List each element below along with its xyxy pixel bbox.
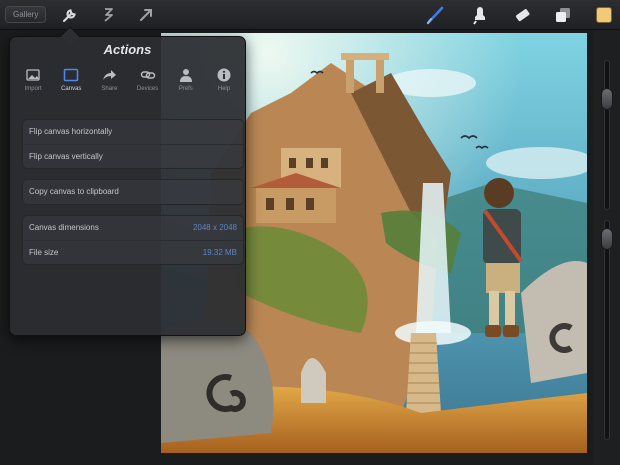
copy-canvas-button[interactable]: Copy canvas to clipboard — [23, 180, 243, 204]
brush-opacity-slider[interactable] — [604, 220, 610, 440]
tab-help[interactable]: Help — [205, 67, 243, 99]
wrench-icon[interactable] — [60, 5, 80, 25]
brush-size-slider[interactable] — [604, 60, 610, 210]
actions-tabs: Import Canvas Share Devices Prefs Help — [14, 67, 243, 99]
brush-sliders-panel — [594, 30, 620, 465]
person-icon — [179, 69, 192, 82]
popover-title: Actions — [103, 42, 152, 57]
smudge-icon[interactable] — [470, 5, 490, 25]
info-icon — [217, 68, 231, 82]
color-swatch-icon[interactable] — [596, 7, 612, 23]
file-size-label: File size — [29, 248, 59, 257]
file-size-value: 19.32 MB — [202, 248, 237, 257]
image-icon — [26, 69, 40, 81]
tab-devices[interactable]: Devices — [129, 67, 167, 99]
canvas-dimensions-label: Canvas dimensions — [29, 223, 99, 232]
tab-share[interactable]: Share — [90, 67, 128, 99]
flip-horizontal-button[interactable]: Flip canvas horizontally — [23, 120, 243, 144]
copy-group: Copy canvas to clipboard — [22, 179, 244, 205]
adjust-icon[interactable] — [98, 5, 118, 25]
actions-popover: Actions Import Canvas Share Devices Pref… — [9, 26, 246, 336]
eraser-icon[interactable] — [512, 5, 532, 25]
canvas-icon — [63, 68, 79, 82]
flip-vertical-button[interactable]: Flip canvas vertically — [23, 144, 243, 168]
flip-group: Flip canvas horizontally Flip canvas ver… — [22, 119, 244, 169]
gallery-button[interactable]: Gallery — [5, 6, 47, 23]
tab-canvas[interactable]: Canvas — [52, 67, 90, 99]
brush-icon[interactable] — [425, 5, 447, 25]
tab-prefs[interactable]: Prefs — [167, 67, 205, 99]
share-arrow-icon — [103, 70, 117, 80]
brush-opacity-thumb[interactable] — [601, 228, 613, 250]
brush-size-thumb[interactable] — [601, 88, 613, 110]
file-size-row: File size 19.32 MB — [23, 240, 243, 264]
transform-icon[interactable] — [136, 5, 156, 25]
canvas-info-group: Canvas dimensions 2048 x 2048 File size … — [22, 215, 244, 265]
link-icon — [140, 71, 155, 79]
tab-import[interactable]: Import — [14, 67, 52, 99]
canvas-dimensions-row: Canvas dimensions 2048 x 2048 — [23, 216, 243, 240]
top-toolbar: Gallery — [0, 0, 620, 30]
layers-icon[interactable] — [553, 5, 573, 25]
canvas-dimensions-value: 2048 x 2048 — [192, 223, 237, 232]
